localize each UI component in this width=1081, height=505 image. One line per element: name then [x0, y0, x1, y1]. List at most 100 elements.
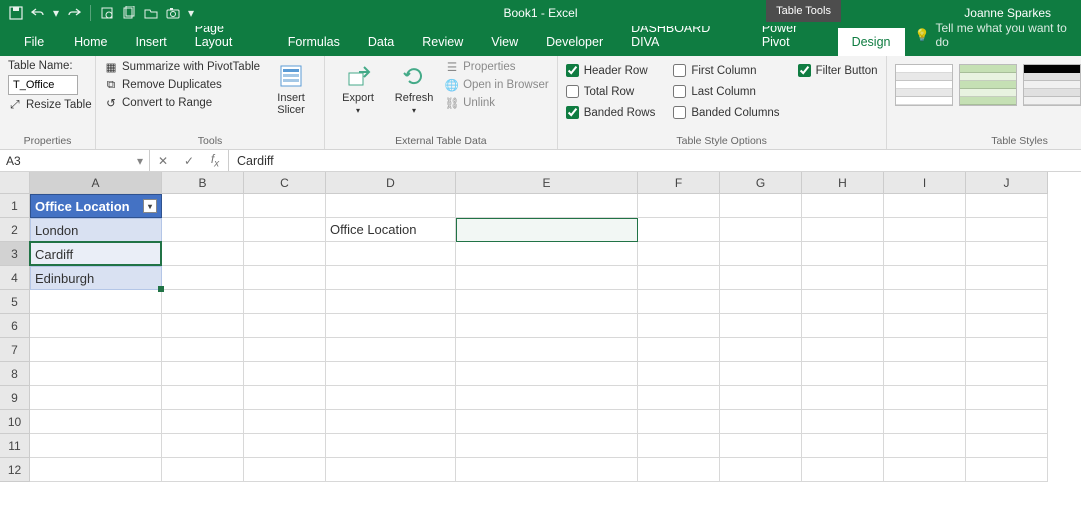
cell-G6[interactable]: [720, 314, 802, 338]
cell-G1[interactable]: [720, 194, 802, 218]
cell-I10[interactable]: [884, 410, 966, 434]
row-header-11[interactable]: 11: [0, 434, 30, 458]
filter-button-checkbox[interactable]: Filter Button: [798, 64, 878, 77]
cell-I3[interactable]: [884, 242, 966, 266]
cell-E4[interactable]: [456, 266, 638, 290]
insert-slicer-button[interactable]: Insert Slicer: [266, 60, 316, 116]
cell-A7[interactable]: [30, 338, 162, 362]
column-header-E[interactable]: E: [456, 172, 638, 194]
cell-J5[interactable]: [966, 290, 1048, 314]
tab-review[interactable]: Review: [408, 28, 477, 56]
tell-me-search[interactable]: 💡 Tell me what you want to do: [905, 14, 1081, 56]
row-header-5[interactable]: 5: [0, 290, 30, 314]
cell-H12[interactable]: [802, 458, 884, 482]
cell-B8[interactable]: [162, 362, 244, 386]
fill-handle[interactable]: [158, 286, 164, 292]
row-header-12[interactable]: 12: [0, 458, 30, 482]
column-header-H[interactable]: H: [802, 172, 884, 194]
cell-A9[interactable]: [30, 386, 162, 410]
resize-table-button[interactable]: ⤢ Resize Table: [8, 98, 92, 112]
cell-B4[interactable]: [162, 266, 244, 290]
cell-F1[interactable]: [638, 194, 720, 218]
cell-H10[interactable]: [802, 410, 884, 434]
export-button[interactable]: Export ▾: [333, 60, 383, 115]
row-header-6[interactable]: 6: [0, 314, 30, 338]
cell-C6[interactable]: [244, 314, 326, 338]
fx-button[interactable]: fx: [202, 152, 228, 169]
cell-D11[interactable]: [326, 434, 456, 458]
cell-F12[interactable]: [638, 458, 720, 482]
cell-D10[interactable]: [326, 410, 456, 434]
undo-dropdown-icon[interactable]: ▾: [52, 5, 60, 21]
last-column-checkbox[interactable]: Last Column: [673, 85, 779, 98]
cell-F11[interactable]: [638, 434, 720, 458]
cell-A8[interactable]: [30, 362, 162, 386]
tab-design[interactable]: Design: [838, 28, 905, 56]
cell-J11[interactable]: [966, 434, 1048, 458]
column-header-J[interactable]: J: [966, 172, 1048, 194]
cell-A1[interactable]: Office Location▾: [30, 194, 162, 218]
new-file-icon[interactable]: [121, 5, 137, 21]
cell-G12[interactable]: [720, 458, 802, 482]
cell-G8[interactable]: [720, 362, 802, 386]
cell-I5[interactable]: [884, 290, 966, 314]
cell-C8[interactable]: [244, 362, 326, 386]
cell-J10[interactable]: [966, 410, 1048, 434]
cell-I8[interactable]: [884, 362, 966, 386]
tab-insert[interactable]: Insert: [122, 28, 181, 56]
row-header-9[interactable]: 9: [0, 386, 30, 410]
cell-G7[interactable]: [720, 338, 802, 362]
cell-B12[interactable]: [162, 458, 244, 482]
cell-C12[interactable]: [244, 458, 326, 482]
cell-C5[interactable]: [244, 290, 326, 314]
cell-B10[interactable]: [162, 410, 244, 434]
row-header-2[interactable]: 2: [0, 218, 30, 242]
cell-J12[interactable]: [966, 458, 1048, 482]
cell-F8[interactable]: [638, 362, 720, 386]
header-row-checkbox[interactable]: Header Row: [566, 64, 656, 77]
undo-icon[interactable]: [30, 5, 46, 21]
cell-E2[interactable]: [456, 218, 638, 242]
cell-I6[interactable]: [884, 314, 966, 338]
cell-G9[interactable]: [720, 386, 802, 410]
cell-E9[interactable]: [456, 386, 638, 410]
column-header-C[interactable]: C: [244, 172, 326, 194]
cell-G4[interactable]: [720, 266, 802, 290]
cell-H2[interactable]: [802, 218, 884, 242]
cell-E11[interactable]: [456, 434, 638, 458]
cell-H11[interactable]: [802, 434, 884, 458]
cell-D7[interactable]: [326, 338, 456, 362]
banded-rows-checkbox[interactable]: Banded Rows: [566, 106, 656, 119]
cell-H7[interactable]: [802, 338, 884, 362]
cell-G2[interactable]: [720, 218, 802, 242]
table-style-swatch[interactable]: [1023, 64, 1081, 106]
cell-A4[interactable]: Edinburgh: [30, 266, 162, 290]
cell-I11[interactable]: [884, 434, 966, 458]
cell-H6[interactable]: [802, 314, 884, 338]
cell-H3[interactable]: [802, 242, 884, 266]
cell-I2[interactable]: [884, 218, 966, 242]
cell-J4[interactable]: [966, 266, 1048, 290]
cell-J3[interactable]: [966, 242, 1048, 266]
cell-F7[interactable]: [638, 338, 720, 362]
cell-A10[interactable]: [30, 410, 162, 434]
banded-columns-checkbox[interactable]: Banded Columns: [673, 106, 779, 119]
cell-B6[interactable]: [162, 314, 244, 338]
cell-A6[interactable]: [30, 314, 162, 338]
qat-customize-icon[interactable]: ▾: [187, 5, 195, 21]
cell-J7[interactable]: [966, 338, 1048, 362]
cell-F3[interactable]: [638, 242, 720, 266]
row-header-10[interactable]: 10: [0, 410, 30, 434]
tab-file[interactable]: File: [8, 28, 60, 56]
cell-G5[interactable]: [720, 290, 802, 314]
row-header-4[interactable]: 4: [0, 266, 30, 290]
cell-H4[interactable]: [802, 266, 884, 290]
cell-G10[interactable]: [720, 410, 802, 434]
row-header-8[interactable]: 8: [0, 362, 30, 386]
open-icon[interactable]: [143, 5, 159, 21]
cell-D5[interactable]: [326, 290, 456, 314]
table-style-swatch[interactable]: [959, 64, 1017, 106]
cell-C2[interactable]: [244, 218, 326, 242]
cell-A3[interactable]: Cardiff: [30, 242, 162, 266]
tab-data[interactable]: Data: [354, 28, 408, 56]
